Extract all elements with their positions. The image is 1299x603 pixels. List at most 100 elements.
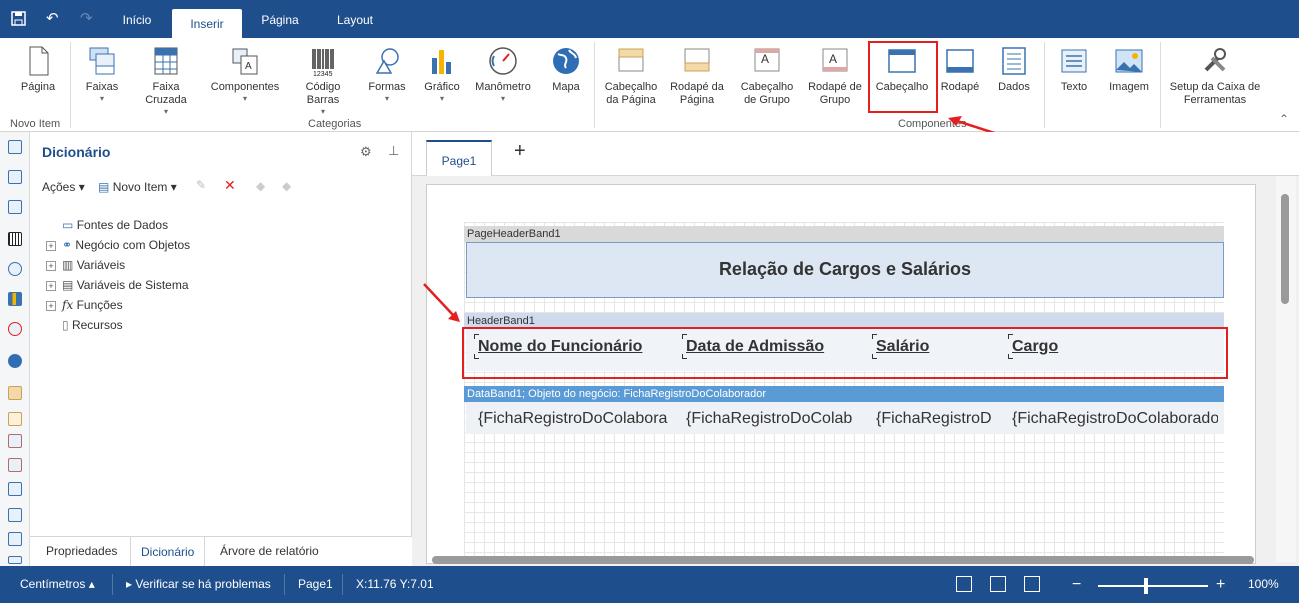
resources-icon: ▯ bbox=[62, 318, 69, 332]
page-footer-button[interactable]: Rodapé da Página bbox=[666, 44, 728, 107]
data-field-role[interactable]: {FichaRegistroDoColaborado bbox=[1012, 410, 1218, 428]
divider bbox=[1160, 42, 1161, 128]
check-issues-button[interactable]: ▸ Verificar se há problemas bbox=[126, 566, 271, 603]
tab-inicio[interactable]: Início bbox=[110, 0, 164, 38]
band-icon[interactable] bbox=[8, 140, 22, 154]
group-footer-button[interactable]: A Rodapé de Grupo bbox=[804, 44, 866, 107]
data-button[interactable]: Dados bbox=[992, 44, 1036, 94]
gauge-icon[interactable] bbox=[8, 322, 22, 336]
component-icon[interactable] bbox=[8, 200, 22, 214]
zoom-out-button[interactable]: − bbox=[1072, 566, 1081, 603]
page-header-button[interactable]: Cabeçalho da Página bbox=[600, 44, 662, 107]
units-menu[interactable]: Centímetros ▴ bbox=[20, 566, 95, 603]
report-title[interactable]: Relação de Cargos e Salários bbox=[466, 259, 1224, 280]
save-icon[interactable] bbox=[11, 11, 26, 30]
divider bbox=[284, 574, 285, 595]
tab-inserir[interactable]: Inserir bbox=[172, 9, 242, 38]
data-field-admission[interactable]: {FichaRegistroDoColab bbox=[686, 410, 852, 428]
edit-icon[interactable]: ✎ bbox=[196, 178, 206, 192]
tab-pagina[interactable]: Página bbox=[250, 0, 310, 38]
data-band-label[interactable]: DataBand1; Objeto do negócio: FichaRegis… bbox=[464, 386, 1224, 402]
actions-menu[interactable]: Ações ▾ bbox=[42, 180, 85, 194]
move-down-icon[interactable]: ◆ bbox=[282, 179, 291, 193]
vertical-scrollbar[interactable] bbox=[1276, 176, 1296, 562]
highlight-box bbox=[462, 327, 1228, 379]
expand-icon[interactable]: + bbox=[46, 281, 56, 291]
header-icon[interactable] bbox=[8, 482, 22, 496]
text-icon[interactable] bbox=[8, 556, 22, 564]
move-up-icon[interactable]: ◆ bbox=[256, 179, 265, 193]
cross-band-icon bbox=[149, 44, 183, 78]
cross-band-button[interactable]: Faixa Cruzada ▾ bbox=[138, 44, 194, 117]
footer-icon[interactable] bbox=[8, 508, 22, 522]
data-field-salary[interactable]: {FichaRegistroD bbox=[876, 410, 998, 428]
image-button[interactable]: Imagem bbox=[1104, 44, 1154, 94]
group-header-icon[interactable] bbox=[8, 434, 22, 448]
data-band-icon bbox=[997, 44, 1031, 78]
components-button[interactable]: A Componentes ▾ bbox=[206, 44, 284, 104]
redo-icon[interactable]: ↷ bbox=[80, 9, 93, 27]
collapse-ribbon-icon[interactable]: ⌃ bbox=[1279, 112, 1289, 126]
page-header-icon[interactable] bbox=[8, 386, 22, 400]
pin-icon[interactable]: ⊥ bbox=[388, 143, 399, 159]
gear-icon[interactable]: ⚙ bbox=[360, 144, 372, 160]
add-page-button[interactable]: + bbox=[514, 140, 526, 163]
bands-icon bbox=[85, 44, 119, 78]
barcode-button[interactable]: 12345 Código Barras ▾ bbox=[296, 44, 350, 117]
undo-icon[interactable]: ↶ bbox=[46, 9, 59, 27]
function-icon: fx bbox=[62, 298, 74, 312]
footer-button[interactable]: Rodapé bbox=[938, 44, 982, 94]
page-button[interactable]: Página bbox=[14, 44, 62, 94]
new-item-menu[interactable]: ▤ Novo Item ▾ bbox=[98, 180, 177, 194]
tree-resources[interactable]: ▯ Recursos bbox=[62, 318, 123, 332]
bands-button[interactable]: Faixas ▾ bbox=[76, 44, 128, 104]
page-footer-icon[interactable] bbox=[8, 412, 22, 426]
text-button[interactable]: Texto bbox=[1052, 44, 1096, 94]
chart-button[interactable]: Gráfico ▾ bbox=[420, 44, 464, 104]
globe-icon[interactable] bbox=[8, 354, 22, 368]
horizontal-scrollbar[interactable] bbox=[432, 556, 1254, 564]
group-header-button[interactable]: A Cabeçalho de Grupo bbox=[736, 44, 798, 107]
barcode-icon[interactable] bbox=[8, 232, 22, 246]
tree-functions[interactable]: + fx Funções bbox=[46, 298, 123, 312]
zoom-slider[interactable] bbox=[1098, 578, 1208, 594]
zoom-slider-thumb[interactable] bbox=[1144, 578, 1148, 594]
cross-band-icon[interactable] bbox=[8, 170, 22, 184]
expand-icon[interactable]: + bbox=[46, 241, 56, 251]
fit-page-icon[interactable] bbox=[990, 576, 1006, 592]
tree-data-sources[interactable]: ▭ Fontes de Dados bbox=[62, 218, 168, 232]
panel-title: Dicionário bbox=[42, 144, 111, 160]
image-icon bbox=[1112, 44, 1146, 78]
page-header-icon bbox=[614, 44, 648, 78]
data-band-icon[interactable] bbox=[8, 532, 22, 546]
tab-properties[interactable]: Propriedades bbox=[46, 544, 117, 558]
scrollbar-thumb[interactable] bbox=[1281, 194, 1289, 304]
multi-page-icon[interactable] bbox=[1024, 576, 1040, 592]
divider bbox=[1044, 42, 1045, 128]
fit-width-icon[interactable] bbox=[956, 576, 972, 592]
group-categories: Categorias bbox=[308, 118, 362, 130]
expand-icon[interactable]: + bbox=[46, 261, 56, 271]
tab-report-tree[interactable]: Árvore de relatório bbox=[220, 544, 319, 558]
barcode-icon: 12345 bbox=[306, 44, 340, 78]
group-footer-icon: A bbox=[818, 44, 852, 78]
expand-icon[interactable]: + bbox=[46, 301, 56, 311]
page-tab[interactable]: Page1 bbox=[426, 140, 492, 176]
chart-icon[interactable] bbox=[8, 292, 22, 306]
delete-icon[interactable]: ✕ bbox=[224, 177, 236, 194]
zoom-in-button[interactable]: + bbox=[1216, 566, 1225, 603]
tree-business-objects[interactable]: + ⚭ Negócio com Objetos bbox=[46, 238, 190, 252]
page-header-band-label[interactable]: PageHeaderBand1 bbox=[464, 226, 1224, 242]
shapes-button[interactable]: Formas ▾ bbox=[364, 44, 410, 104]
tab-layout[interactable]: Layout bbox=[324, 0, 386, 38]
group-footer-icon[interactable] bbox=[8, 458, 22, 472]
map-button[interactable]: Mapa bbox=[546, 44, 586, 94]
toolbox-setup-button[interactable]: Setup da Caixa de Ferramentas bbox=[1164, 44, 1266, 107]
tree-variables[interactable]: + ▥ Variáveis bbox=[46, 258, 125, 272]
shapes-icon[interactable] bbox=[8, 262, 22, 276]
tab-dictionary[interactable]: Dicionário bbox=[130, 537, 206, 567]
gauge-button[interactable]: Manômetro ▾ bbox=[472, 44, 534, 104]
ribbon: Página Faixas ▾ Faixa Cruzada ▾ A Componen… bbox=[0, 38, 1299, 132]
tree-system-variables[interactable]: + ▤ Variáveis de Sistema bbox=[46, 278, 189, 292]
data-field-name[interactable]: {FichaRegistroDoColabora bbox=[478, 410, 668, 428]
